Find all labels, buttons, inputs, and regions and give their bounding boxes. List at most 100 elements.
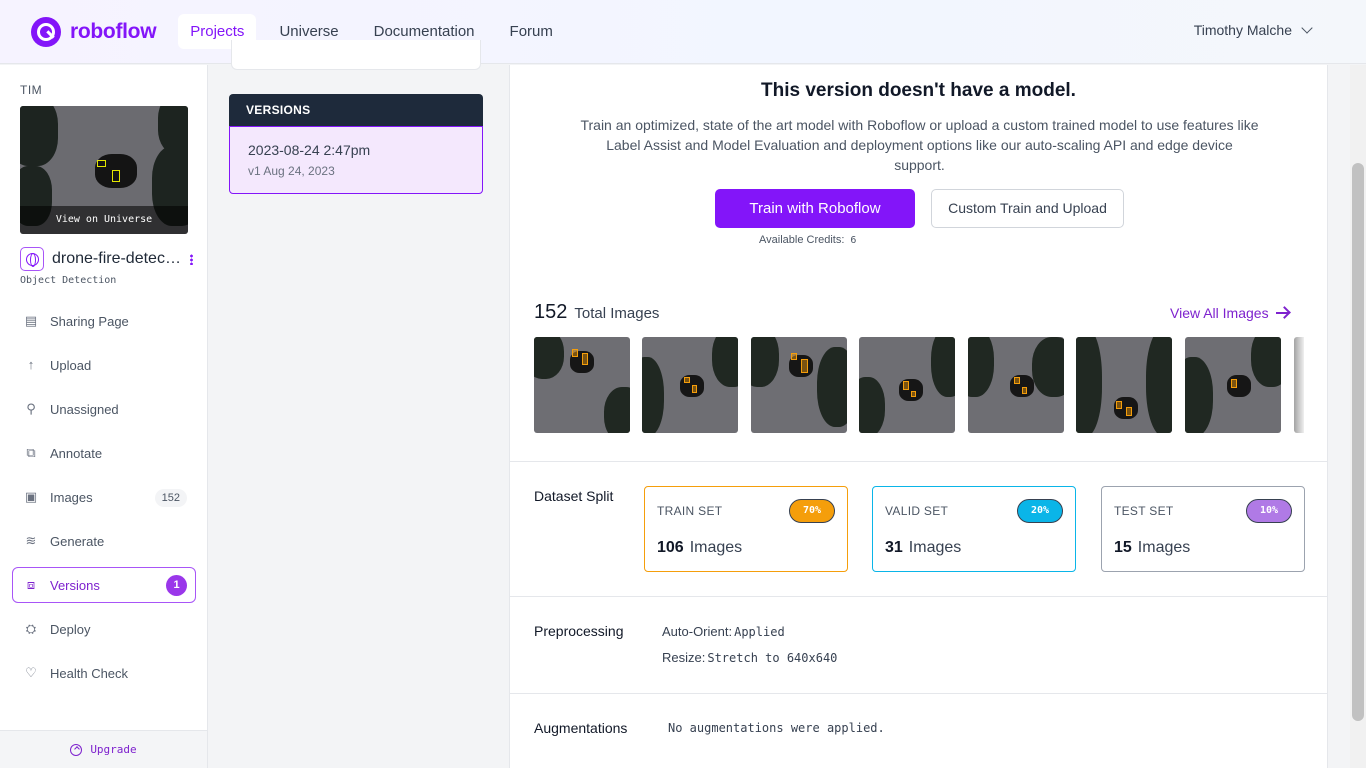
sidebar-item-deploy[interactable]: ⛭ Deploy [12, 611, 196, 647]
version-item-selected[interactable]: 2023-08-24 2:47pm v1 Aug 24, 2023 [229, 126, 483, 194]
sidebar-item-versions[interactable]: ⧈ Versions 1 [12, 567, 196, 603]
sidebar-nav: ▤ Sharing Page ↑ Upload ⚲ Unassigned ⧉ A… [12, 303, 196, 699]
sidebar-item-label: Health Check [50, 665, 129, 681]
auto-orient-row: Auto-Orient: Applied [662, 624, 785, 639]
dataset-image-thumb[interactable] [534, 337, 630, 433]
previous-card-edge [231, 40, 481, 70]
credits-value: 6 [850, 235, 857, 246]
dataset-image-thumb[interactable] [751, 337, 847, 433]
sidebar-item-upload[interactable]: ↑ Upload [12, 347, 196, 383]
resize-row: Resize: Stretch to 640x640 [662, 650, 838, 665]
sidebar-item-sharing-page[interactable]: ▤ Sharing Page [12, 303, 196, 339]
dataset-image-thumb[interactable] [859, 337, 955, 433]
versions-header: VERSIONS [229, 94, 483, 126]
augmentations-value: No augmentations were applied. [668, 721, 885, 735]
page-icon: ▤ [24, 313, 38, 328]
total-images-label: Total Images [574, 305, 660, 322]
dataset-image-thumb[interactable] [1185, 337, 1281, 433]
roboflow-logo[interactable]: roboflow [31, 16, 157, 47]
view-all-images-link[interactable]: View All Images [1170, 305, 1288, 321]
sidebar-item-label: Deploy [50, 621, 91, 637]
upgrade-label: Upgrade [90, 743, 137, 756]
images-count: 152 [154, 489, 187, 507]
sidebar-item-label: Images [50, 489, 93, 505]
search-icon: ⚲ [26, 401, 36, 416]
sidebar-item-label: Versions [50, 577, 100, 593]
globe-icon [20, 247, 44, 271]
user-menu[interactable]: Timothy Malche [1193, 22, 1313, 38]
section-divider [510, 461, 1327, 462]
deploy-icon: ⛭ [25, 621, 37, 636]
project-thumbnail[interactable]: View on Universe [20, 106, 188, 234]
upgrade-icon [70, 743, 83, 756]
sidebar-item-generate[interactable]: ≋ Generate [12, 523, 196, 559]
available-credits: Available Credits: 6 [759, 234, 856, 246]
no-model-description: Train an optimized, state of the art mod… [580, 117, 1259, 173]
sidebar-item-label: Upload [50, 357, 92, 373]
project-type: Object Detection [20, 275, 117, 286]
sidebar-item-label: Generate [50, 533, 105, 549]
split-count: 31 Images [885, 539, 962, 556]
sidebar-item-label: Sharing Page [50, 313, 129, 329]
dataset-image-thumb[interactable] [968, 337, 1064, 433]
view-all-label: View All Images [1170, 305, 1269, 321]
split-count: 15 Images [1114, 539, 1191, 556]
version-subtitle: v1 Aug 24, 2023 [248, 164, 335, 178]
sidebar-item-unassigned[interactable]: ⚲ Unassigned [12, 391, 196, 427]
credits-label: Available Credits: [759, 234, 845, 246]
project-name: drone-fire-detection [52, 250, 182, 267]
sidebar-item-label: Annotate [50, 445, 103, 461]
section-divider [510, 693, 1327, 694]
custom-train-upload-button[interactable]: Custom Train and Upload [931, 189, 1124, 228]
split-name: TRAIN SET [657, 504, 723, 518]
preprocessing-label: Preprocessing [534, 623, 624, 639]
train-set-card: TRAIN SET 70% 106 Images [644, 486, 848, 572]
dataset-split-label: Dataset Split [534, 488, 614, 504]
workspace-name: TIM [20, 83, 43, 97]
split-percent-badge: 20% [1017, 499, 1063, 523]
thumb-bbox [112, 170, 120, 182]
split-percent-badge: 70% [789, 499, 835, 523]
thumb-bbox [97, 160, 106, 167]
kebab-menu-icon[interactable] [190, 253, 193, 265]
section-divider [510, 596, 1327, 597]
page-scrollbar-thumb[interactable] [1352, 163, 1364, 721]
chevron-down-icon [1301, 22, 1313, 34]
view-on-universe-link[interactable]: View on Universe [20, 206, 188, 234]
project-title-row: drone-fire-detection [20, 247, 196, 271]
split-name: TEST SET [1114, 504, 1174, 518]
sidebar-item-images[interactable]: ▣ Images 152 [12, 479, 196, 515]
split-name: VALID SET [885, 504, 949, 518]
upgrade-button[interactable]: Upgrade [0, 730, 207, 768]
strip-fade [1294, 337, 1304, 433]
dataset-image-thumb[interactable] [1076, 337, 1172, 433]
split-percent-badge: 10% [1246, 499, 1292, 523]
train-with-roboflow-button[interactable]: Train with Roboflow [715, 189, 915, 228]
sidebar-item-label: Unassigned [50, 401, 119, 417]
version-title: 2023-08-24 2:47pm [248, 142, 371, 158]
sidebar-item-health-check[interactable]: ♡ Health Check [12, 655, 196, 691]
valid-set-card: VALID SET 20% 31 Images [872, 486, 1076, 572]
total-images: 152 Total Images [534, 301, 659, 324]
version-detail-panel: This version doesn't have a model. Train… [509, 65, 1328, 768]
total-images-count: 152 [534, 301, 568, 323]
versions-panel: VERSIONS 2023-08-24 2:47pm v1 Aug 24, 20… [229, 94, 483, 194]
versions-icon: ⧈ [26, 577, 36, 592]
brand-name: roboflow [70, 19, 157, 43]
project-sidebar: TIM View on Universe drone-fire-detectio… [0, 65, 208, 768]
top-navbar: roboflow Projects Universe Documentation… [0, 0, 1366, 64]
no-model-title: This version doesn't have a model. [761, 80, 1076, 101]
test-set-card: TEST SET 10% 15 Images [1101, 486, 1305, 572]
thumb-tree [20, 106, 58, 166]
annotate-icon: ⧉ [26, 445, 36, 460]
versions-badge: 1 [166, 575, 187, 596]
split-count: 106 Images [657, 539, 743, 556]
sidebar-item-annotate[interactable]: ⧉ Annotate [12, 435, 196, 471]
user-name: Timothy Malche [1193, 22, 1292, 38]
roboflow-logo-icon [31, 16, 61, 47]
dataset-image-thumb[interactable] [642, 337, 738, 433]
health-icon: ♡ [25, 665, 37, 680]
nav-forum[interactable]: Forum [498, 14, 565, 49]
images-icon: ▣ [24, 489, 38, 504]
augmentations-label: Augmentations [534, 720, 628, 736]
